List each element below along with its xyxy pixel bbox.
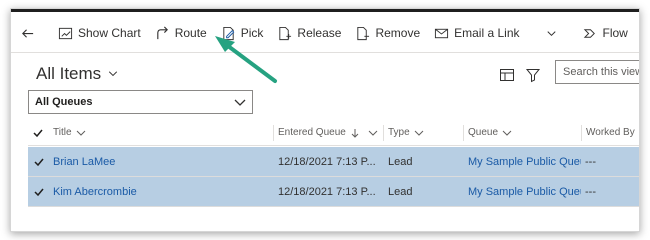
row-checkbox[interactable] bbox=[34, 147, 44, 176]
show-chart-label: Show Chart bbox=[78, 26, 141, 40]
column-title-label: Title bbox=[53, 127, 72, 138]
pick-icon bbox=[223, 26, 235, 40]
row-queue-link[interactable]: My Sample Public Queue bbox=[468, 177, 581, 206]
flow-button[interactable]: Flow bbox=[576, 18, 640, 48]
remove-label: Remove bbox=[375, 26, 421, 40]
app-window: Show Chart Route Pick Release Remove Ema… bbox=[10, 8, 640, 232]
table-row[interactable]: Kim Abercrombie 12/18/2021 7:13 P... Lea… bbox=[28, 177, 639, 207]
column-header-type[interactable]: Type bbox=[388, 120, 424, 145]
column-divider[interactable] bbox=[273, 125, 274, 141]
column-entered-queue-label: Entered Queue bbox=[278, 127, 346, 138]
column-divider[interactable] bbox=[581, 125, 582, 141]
edit-columns-icon[interactable] bbox=[499, 67, 515, 83]
select-all-checkbox[interactable] bbox=[33, 120, 43, 145]
back-arrow-icon bbox=[22, 28, 34, 38]
view-title: All Items bbox=[36, 64, 102, 83]
column-header-worked-by[interactable]: Worked By bbox=[586, 120, 640, 145]
chevron-down-icon bbox=[502, 130, 512, 136]
column-divider[interactable] bbox=[383, 125, 384, 141]
release-label: Release bbox=[297, 26, 342, 40]
flow-icon bbox=[583, 28, 595, 38]
view-selector[interactable]: All Items bbox=[36, 64, 119, 84]
chevron-down-icon bbox=[109, 71, 118, 77]
chevron-down-icon bbox=[639, 129, 640, 137]
row-type: Lead bbox=[388, 155, 413, 168]
column-divider[interactable] bbox=[463, 125, 464, 141]
release-button[interactable]: Release bbox=[270, 18, 348, 48]
route-label: Route bbox=[174, 26, 207, 40]
flow-label: Flow bbox=[602, 26, 628, 40]
email-icon bbox=[435, 28, 449, 38]
row-title-link[interactable]: Brian LaMee bbox=[53, 147, 115, 176]
column-header-queue[interactable]: Queue bbox=[468, 120, 512, 145]
top-border bbox=[11, 9, 639, 12]
grid-header: Title Entered Queue Type Queue Worked By bbox=[28, 120, 639, 146]
back-button[interactable] bbox=[11, 18, 43, 48]
pick-label: Pick bbox=[240, 26, 264, 40]
row-worked-by: --- bbox=[585, 185, 596, 198]
row-title-link[interactable]: Kim Abercrombie bbox=[53, 177, 137, 206]
checkmark-icon bbox=[34, 158, 44, 166]
queue-filter-value: All Queues bbox=[35, 96, 93, 108]
pick-button[interactable]: Pick bbox=[214, 18, 271, 48]
more-dropdown-button[interactable] bbox=[535, 18, 568, 48]
row-worked-by: --- bbox=[585, 155, 596, 168]
release-icon bbox=[279, 26, 292, 40]
queue-filter-dropdown[interactable]: All Queues bbox=[28, 90, 253, 114]
remove-icon bbox=[357, 26, 370, 40]
chevron-down-icon bbox=[234, 99, 246, 106]
row-type: Lead bbox=[388, 185, 413, 198]
checkmark-icon bbox=[34, 188, 44, 196]
column-header-title[interactable]: Title bbox=[53, 120, 86, 145]
chart-icon bbox=[58, 27, 73, 39]
column-type-label: Type bbox=[388, 127, 410, 138]
column-queue-label: Queue bbox=[468, 127, 499, 138]
view-header: All Items Search this view bbox=[11, 54, 639, 90]
chevron-down-icon bbox=[546, 30, 556, 36]
command-bar: Show Chart Route Pick Release Remove Ema… bbox=[11, 14, 639, 53]
column-worked-by-label: Worked By bbox=[586, 127, 635, 138]
filter-icon[interactable] bbox=[525, 67, 541, 83]
row-entered-queue: 12/18/2021 7:13 P... bbox=[278, 185, 376, 198]
search-input[interactable]: Search this view bbox=[555, 60, 639, 84]
email-link-label: Email a Link bbox=[454, 26, 520, 40]
show-chart-button[interactable]: Show Chart bbox=[51, 18, 148, 48]
row-entered-queue: 12/18/2021 7:13 P... bbox=[278, 155, 376, 168]
chevron-down-icon bbox=[414, 130, 424, 136]
row-checkbox[interactable] bbox=[34, 177, 44, 206]
table-row[interactable]: Brian LaMee 12/18/2021 7:13 P... Lead My… bbox=[28, 147, 639, 177]
remove-button[interactable]: Remove bbox=[348, 18, 427, 48]
row-queue-link[interactable]: My Sample Public Queue bbox=[468, 147, 581, 176]
chevron-down-icon bbox=[368, 130, 378, 136]
route-button[interactable]: Route bbox=[148, 18, 214, 48]
route-icon bbox=[156, 26, 168, 39]
checkmark-icon bbox=[33, 129, 43, 137]
chevron-down-icon bbox=[76, 130, 85, 136]
sort-descending-icon bbox=[351, 128, 359, 138]
email-link-button[interactable]: Email a Link bbox=[427, 18, 526, 48]
column-header-entered-queue[interactable]: Entered Queue bbox=[278, 120, 378, 145]
